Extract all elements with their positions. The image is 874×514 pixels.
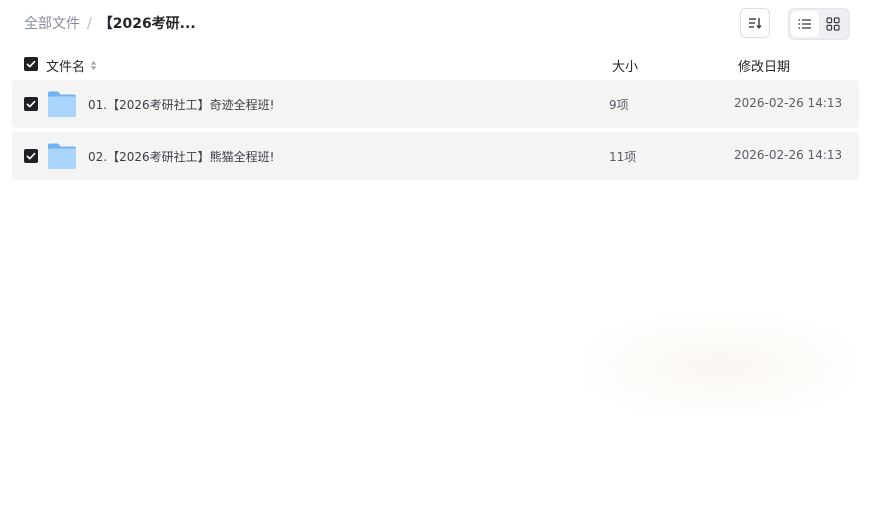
breadcrumb-separator: / [87, 16, 92, 32]
folder-icon [48, 143, 76, 169]
list-view-button[interactable] [791, 11, 819, 37]
background-decoration [585, 316, 855, 416]
sort-arrows-icon [90, 60, 97, 71]
view-toggle [788, 8, 850, 40]
breadcrumb: 全部文件 / 【2026考研... [24, 14, 196, 34]
sort-button[interactable] [740, 8, 770, 38]
column-header-name[interactable]: 文件名 [46, 56, 97, 75]
file-row[interactable]: 02.【2026考研社工】熊猫全程班! 11项 2026-02-26 14:13 [12, 132, 859, 180]
file-size: 11项 [609, 150, 637, 164]
grid-view-icon [826, 17, 840, 31]
select-all-checkbox[interactable] [24, 57, 38, 71]
file-browser: 全部文件 / 【2026考研... 文件名 大小 修改日期 01.【2026考研… [0, 0, 874, 514]
checkmark-icon [26, 100, 36, 108]
row-checkbox[interactable] [24, 149, 38, 163]
breadcrumb-root-link[interactable]: 全部文件 [24, 14, 80, 34]
file-date: 2026-02-26 14:13 [734, 148, 843, 162]
list-view-icon [798, 19, 811, 29]
column-header-date: 修改日期 [738, 60, 791, 75]
sort-icon [749, 18, 762, 29]
file-size: 9项 [609, 98, 629, 112]
checkmark-icon [26, 60, 36, 68]
row-checkbox[interactable] [24, 97, 38, 111]
checkmark-icon [26, 152, 36, 160]
breadcrumb-current-folder: 【2026考研... [98, 16, 196, 32]
folder-icon [48, 91, 76, 117]
file-list-header: 文件名 大小 修改日期 [12, 52, 859, 76]
file-name[interactable]: 02.【2026考研社工】熊猫全程班! [88, 148, 274, 165]
grid-view-button[interactable] [819, 11, 847, 37]
column-header-size: 大小 [612, 60, 639, 75]
file-name[interactable]: 01.【2026考研社工】奇迹全程班! [88, 96, 274, 113]
file-row[interactable]: 01.【2026考研社工】奇迹全程班! 9项 2026-02-26 14:13 [12, 80, 859, 128]
file-date: 2026-02-26 14:13 [734, 96, 843, 110]
column-name-label: 文件名 [46, 60, 86, 75]
